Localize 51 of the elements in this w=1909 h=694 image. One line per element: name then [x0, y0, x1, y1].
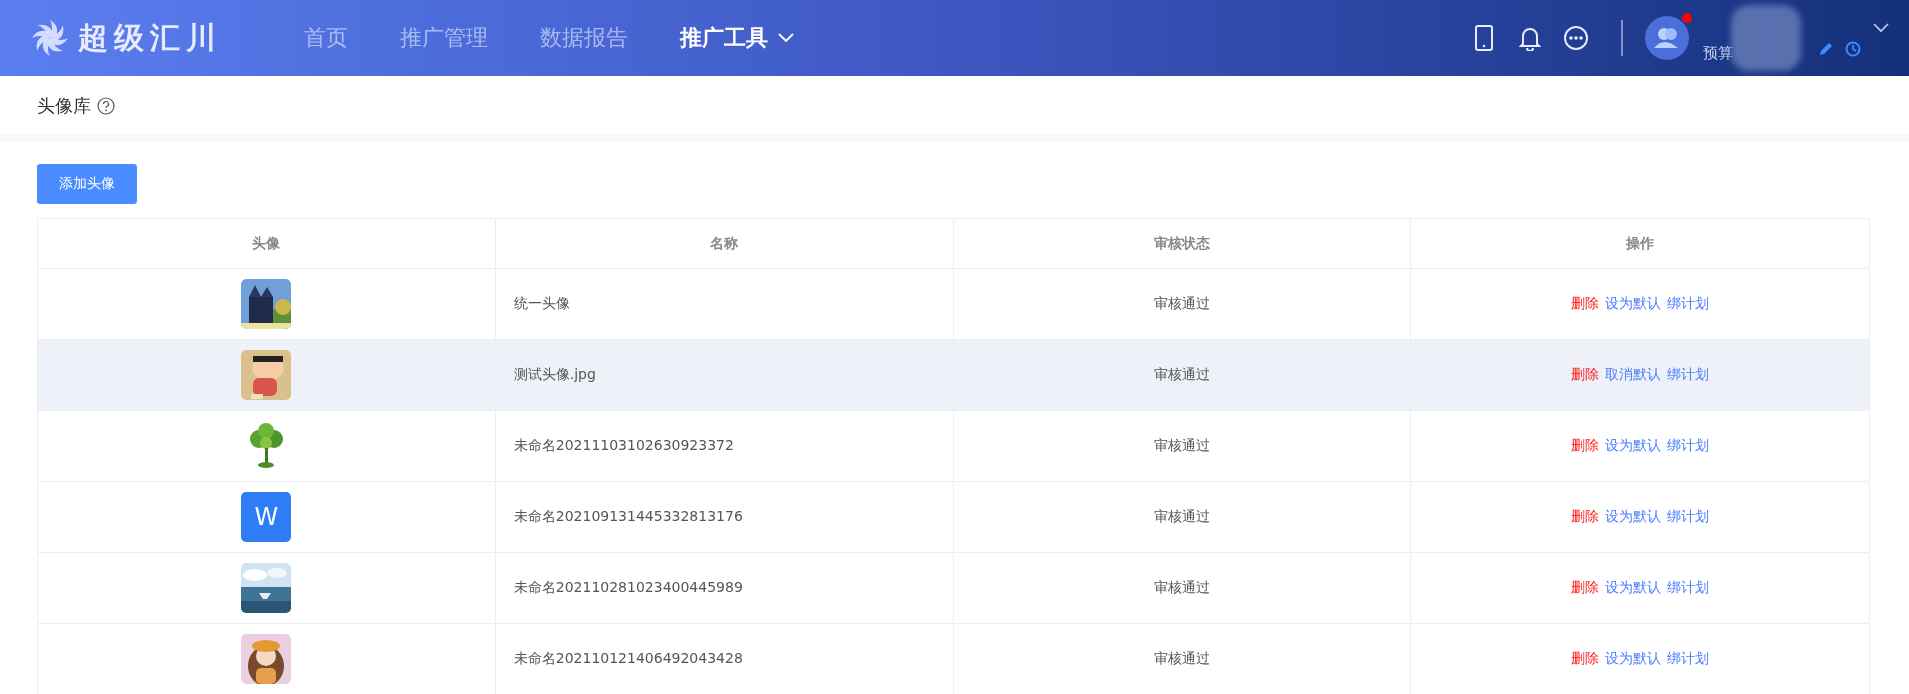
- column-header: 名称: [710, 234, 739, 253]
- status-text: 审核通过: [1153, 437, 1210, 455]
- help-icon[interactable]: [97, 96, 115, 115]
- delete-link[interactable]: 删除: [1571, 295, 1600, 313]
- action-link[interactable]: 绑计划: [1667, 366, 1710, 384]
- action-link[interactable]: 绑计划: [1667, 650, 1710, 668]
- delete-link[interactable]: 删除: [1571, 508, 1600, 526]
- name-text: 未命名202110121406492043428: [513, 650, 743, 668]
- column-header: 审核状态: [1153, 234, 1210, 253]
- add-avatar-button[interactable]: 添加头像: [37, 164, 137, 204]
- action-link[interactable]: 绑计划: [1667, 579, 1710, 597]
- action-link[interactable]: 设为默认: [1605, 295, 1662, 313]
- status-text: 审核通过: [1153, 650, 1210, 668]
- column-header: 头像: [252, 234, 281, 253]
- status-text: 审核通过: [1153, 508, 1210, 526]
- action-link[interactable]: 设为默认: [1605, 650, 1662, 668]
- status-text: 审核通过: [1153, 295, 1210, 313]
- action-link[interactable]: 设为默认: [1605, 437, 1662, 455]
- name-text: 统一头像: [513, 295, 570, 313]
- page-title: 头像库: [37, 93, 91, 118]
- delete-link[interactable]: 删除: [1571, 650, 1600, 668]
- budget-label: 预算: [1703, 44, 1734, 63]
- nav-tab[interactable]: 推广管理: [400, 23, 488, 53]
- action-link[interactable]: 绑计划: [1667, 295, 1710, 313]
- name-text: 测试头像.jpg: [513, 366, 596, 384]
- pencil-icon[interactable]: [1819, 42, 1833, 56]
- status-text: 审核通过: [1153, 366, 1210, 384]
- action-link[interactable]: 绑计划: [1667, 437, 1710, 455]
- action-link[interactable]: 取消默认: [1605, 366, 1662, 384]
- delete-link[interactable]: 删除: [1571, 579, 1600, 597]
- delete-link[interactable]: 删除: [1571, 437, 1600, 455]
- name-text: 未命名202109131445332813176: [513, 508, 743, 526]
- nav-tab[interactable]: 首页: [304, 23, 348, 53]
- more-icon[interactable]: [1563, 24, 1589, 52]
- swirl-logo-icon: [30, 18, 70, 58]
- logo-text: 超级汇川: [78, 18, 222, 57]
- nav-tab[interactable]: 数据报告: [540, 23, 628, 53]
- name-text: 未命名20211103102630923372: [513, 437, 734, 455]
- chevron-down-icon[interactable]: [1873, 23, 1889, 33]
- action-link[interactable]: 设为默认: [1605, 508, 1662, 526]
- blurred-area: [1731, 5, 1801, 71]
- status-text: 审核通过: [1153, 579, 1210, 597]
- user-avatar[interactable]: [1645, 16, 1689, 60]
- letter-avatar: W: [241, 492, 292, 542]
- clock-icon[interactable]: [1845, 41, 1861, 57]
- action-link[interactable]: 绑计划: [1667, 508, 1710, 526]
- column-header: 操作: [1626, 234, 1655, 253]
- name-text: 未命名202110281023400445989: [513, 579, 743, 597]
- action-link[interactable]: 设为默认: [1605, 579, 1662, 597]
- nav-tab[interactable]: 推广工具: [680, 23, 794, 53]
- delete-link[interactable]: 删除: [1571, 366, 1600, 384]
